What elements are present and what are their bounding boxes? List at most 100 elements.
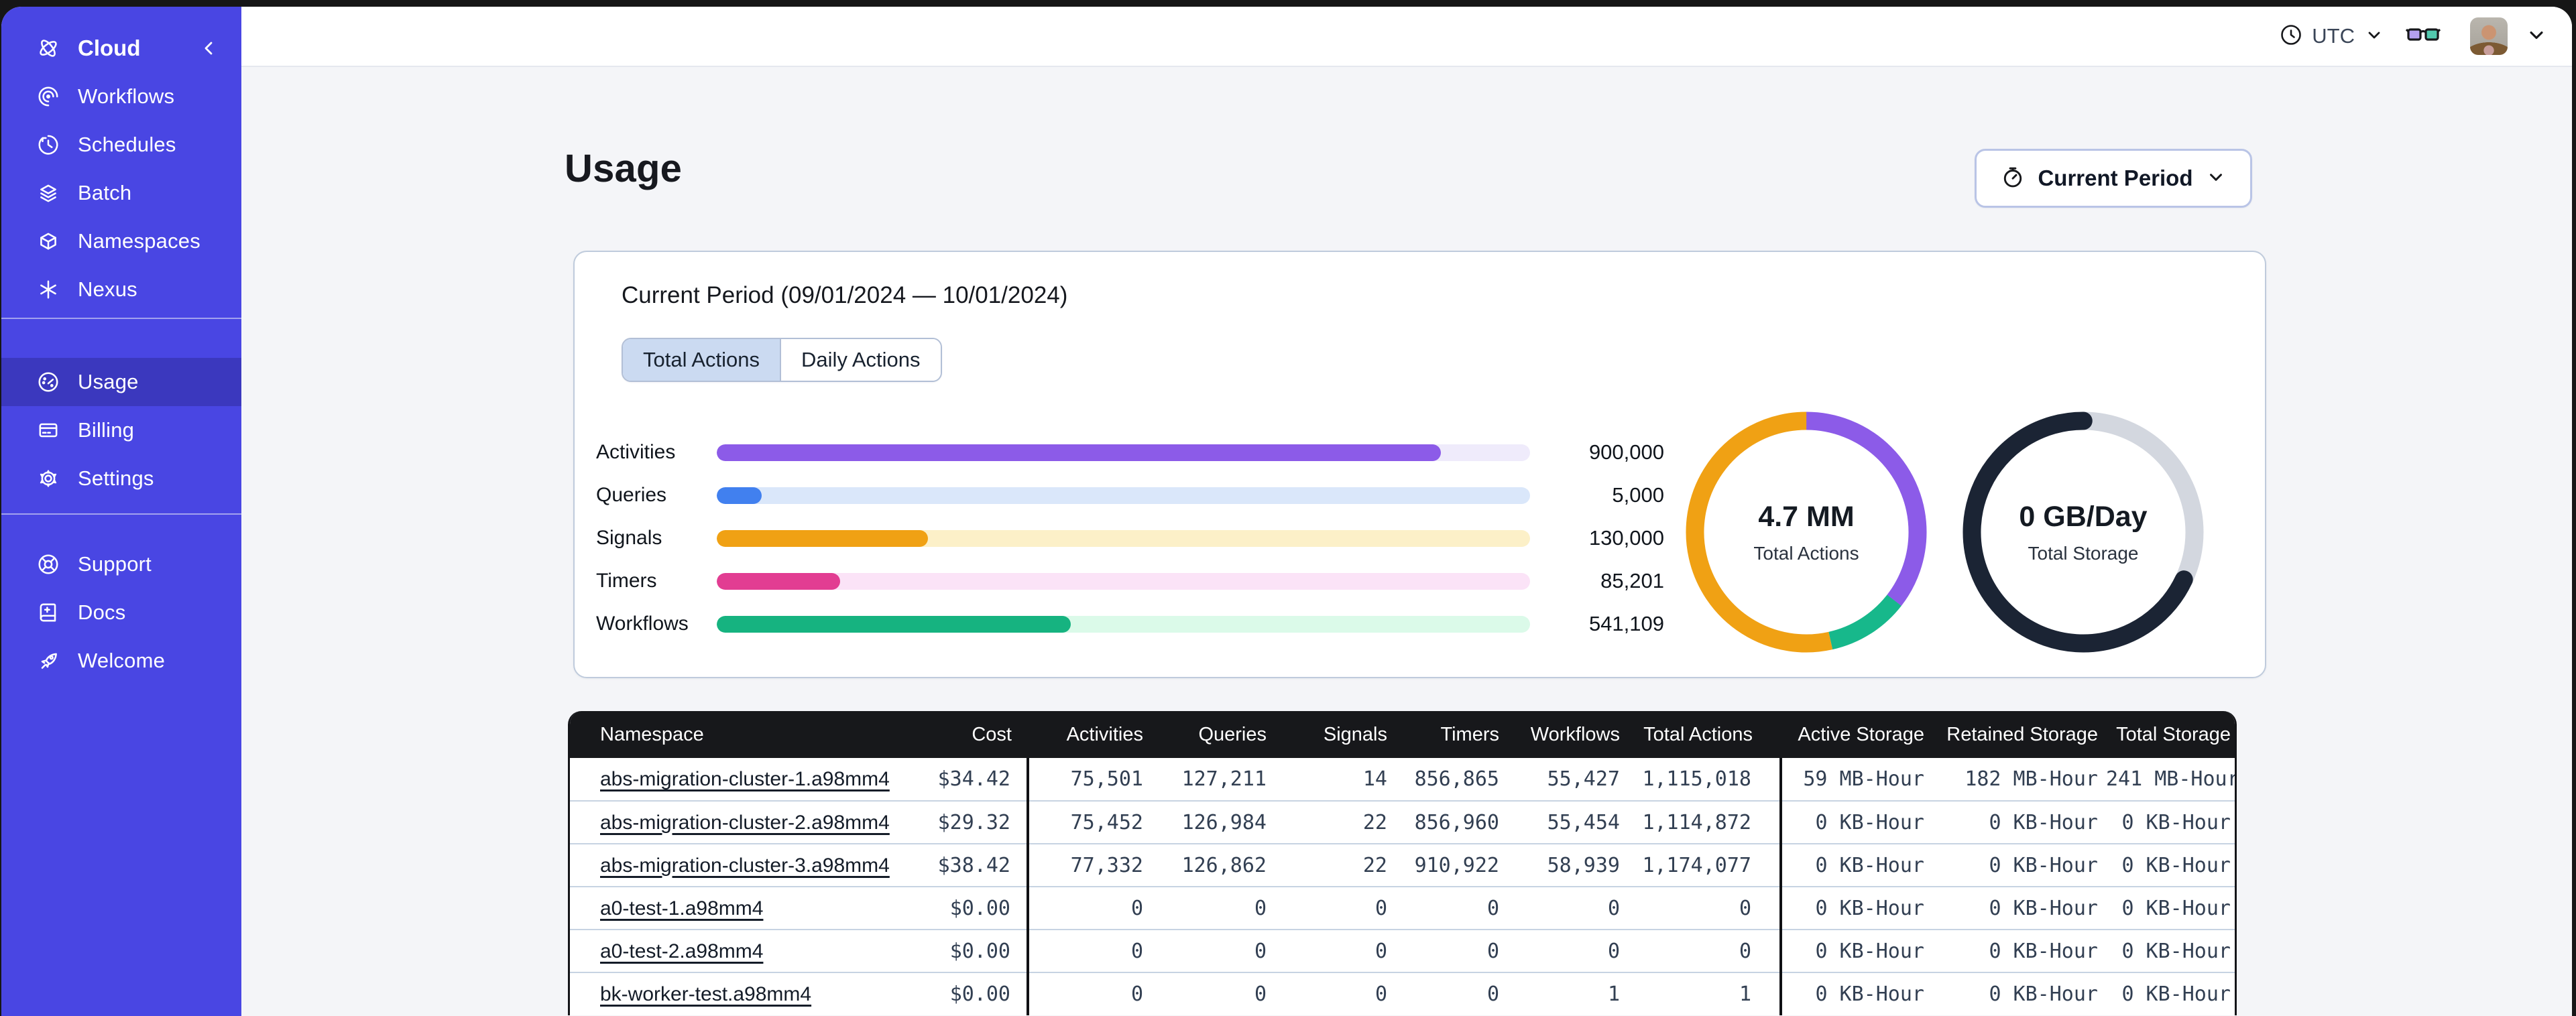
total-actions-donut-chart: 4.7 MM Total Actions [1682,408,1930,656]
namespace-link[interactable]: bk-worker-test.a98mm4 [600,983,811,1005]
period-selector-label: Current Period [2038,166,2193,190]
cell-total-actions: 1,174,077 [1628,843,1781,887]
stopwatch-icon [2000,164,2026,193]
clock-icon [2280,23,2302,50]
settings-gear-icon [36,466,60,491]
cell-signals: 22 [1275,843,1395,887]
table-row: abs-migration-cluster-1.a98mm4 $34.42 75,5… [570,758,2235,801]
sidebar-brand[interactable]: Cloud [1,24,241,72]
chevron-down-icon [2525,23,2548,50]
sidebar-nav-section: Workflows Schedules Batch Namespaces Nexus [1,72,241,314]
cell-queries: 0 [1151,972,1275,1015]
nexus-icon [36,277,60,302]
workflows-icon [36,84,60,109]
bar-row-signals: Signals 130,000 [596,517,1664,560]
cell-retained-storage: 0 KB-Hour [1932,843,2106,887]
cell-active-storage: 59 MB-Hour [1779,758,1932,801]
cell-queries: 127,211 [1151,758,1275,801]
tab-daily-actions[interactable]: Daily Actions [780,339,941,381]
namespaces-icon [36,229,60,253]
column-header-cost: Cost [895,711,1028,758]
cell-timers: 856,960 [1395,800,1507,844]
cell-activities: 77,332 [1027,843,1151,887]
cell-activities: 75,501 [1027,758,1151,801]
bar-row-timers: Timers 85,201 [596,560,1664,602]
table-row: a0-test-1.a98mm4 $0.00 0 0 0 0 0 0 0 KB-Hour 0 KB… [570,886,2235,930]
sidebar: Cloud Workflows Schedules Batch Namespaces N… [1,7,241,1016]
cell-namespace: bk-worker-test.a98mm4 [570,972,895,1015]
sidebar-item-billing[interactable]: Billing [1,406,241,454]
donut-center-label: Total Storage [2028,542,2139,564]
sidebar-item-namespaces[interactable]: Namespaces [1,217,241,265]
bar-value: 541,109 [1588,612,1664,635]
sidebar-item-docs[interactable]: Docs [1,588,241,637]
period-selector-button[interactable]: Current Period [1975,149,2252,208]
total-storage-donut-chart: 0 GB/Day Total Storage [1959,408,2207,656]
cell-cost: $0.00 [895,972,1028,1015]
column-header-total-actions: Total Actions [1628,711,1781,758]
bar-label: Workflows [596,613,689,635]
bar-track [717,487,1530,504]
cell-workflows: 0 [1507,886,1628,930]
namespace-link[interactable]: a0-test-2.a98mm4 [600,940,763,962]
top-bar: UTC [241,7,2572,67]
cell-active-storage: 0 KB-Hour [1779,929,1932,972]
bar-value: 900,000 [1588,440,1664,464]
temporal-logo-icon [36,36,60,60]
bar-fill [717,487,762,504]
donut-center-value: 0 GB/Day [2019,500,2148,533]
cell-retained-storage: 0 KB-Hour [1932,886,2106,930]
sidebar-item-workflows[interactable]: Workflows [1,72,241,121]
namespace-link[interactable]: abs-migration-cluster-2.a98mm4 [600,812,890,834]
cell-total-actions: 1,114,872 [1628,800,1781,844]
cell-total-storage: 0 KB-Hour [2106,843,2235,887]
cell-workflows: 1 [1507,972,1628,1015]
bar-row-activities: Activities 900,000 [596,431,1664,474]
cell-retained-storage: 0 KB-Hour [1932,929,2106,972]
table-row: abs-migration-cluster-2.a98mm4 $29.32 75,4… [570,800,2235,844]
table-row: bk-worker-test.a98mm4 $0.00 0 0 0 0 1 1 0 KB-Hou… [570,972,2235,1015]
cell-total-storage: 0 KB-Hour [2106,800,2235,844]
namespace-link[interactable]: a0-test-1.a98mm4 [600,897,763,919]
labs-glasses-button[interactable] [2400,18,2446,55]
sidebar-item-welcome[interactable]: Welcome [1,637,241,685]
main-content: Usage Current Period Current Period (09/… [241,67,2572,1016]
account-menu-button[interactable] [2520,18,2553,55]
user-avatar[interactable] [2470,17,2508,55]
sidebar-item-settings[interactable]: Settings [1,454,241,503]
timezone-selector[interactable]: UTC [2270,17,2394,56]
column-header-retained-storage: Retained Storage [1932,711,2106,758]
cell-retained-storage: 0 KB-Hour [1932,972,2106,1015]
cell-total-storage: 241 MB-Hour [2106,758,2235,801]
cell-total-actions: 1 [1628,972,1781,1015]
sidebar-item-batch[interactable]: Batch [1,169,241,217]
sidebar-item-support[interactable]: Support [1,540,241,588]
cell-signals: 14 [1275,758,1395,801]
sidebar-item-nexus[interactable]: Nexus [1,265,241,314]
brand-label: Cloud [78,36,141,60]
cell-activities: 75,452 [1027,800,1151,844]
cell-cost: $0.00 [895,929,1028,972]
chevron-down-icon [2364,25,2384,48]
table-header-row: Namespace Cost Activities Queries Signals Tim… [570,711,2235,758]
cell-activities: 0 [1027,972,1151,1015]
sidebar-item-label: Usage [78,370,139,393]
namespace-link[interactable]: abs-migration-cluster-3.a98mm4 [600,854,890,877]
support-icon [36,552,60,576]
sidebar-collapse-button[interactable] [198,38,219,58]
bar-fill [717,572,841,590]
actions-tab-group: Total Actions Daily Actions [622,338,942,382]
namespace-link[interactable]: abs-migration-cluster-1.a98mm4 [600,768,890,790]
bar-track [717,444,1530,461]
welcome-rocket-icon [36,649,60,673]
tab-total-actions[interactable]: Total Actions [623,339,780,381]
cell-timers: 0 [1395,886,1507,930]
sidebar-item-usage[interactable]: Usage [1,358,241,406]
schedules-icon [36,133,60,157]
sidebar-item-schedules[interactable]: Schedules [1,121,241,169]
sidebar-item-label: Docs [78,600,126,624]
column-header-active-storage: Active Storage [1781,711,1932,758]
bar-value: 85,201 [1600,569,1664,592]
sidebar-item-label: Billing [78,418,135,442]
cell-signals: 0 [1275,972,1395,1015]
